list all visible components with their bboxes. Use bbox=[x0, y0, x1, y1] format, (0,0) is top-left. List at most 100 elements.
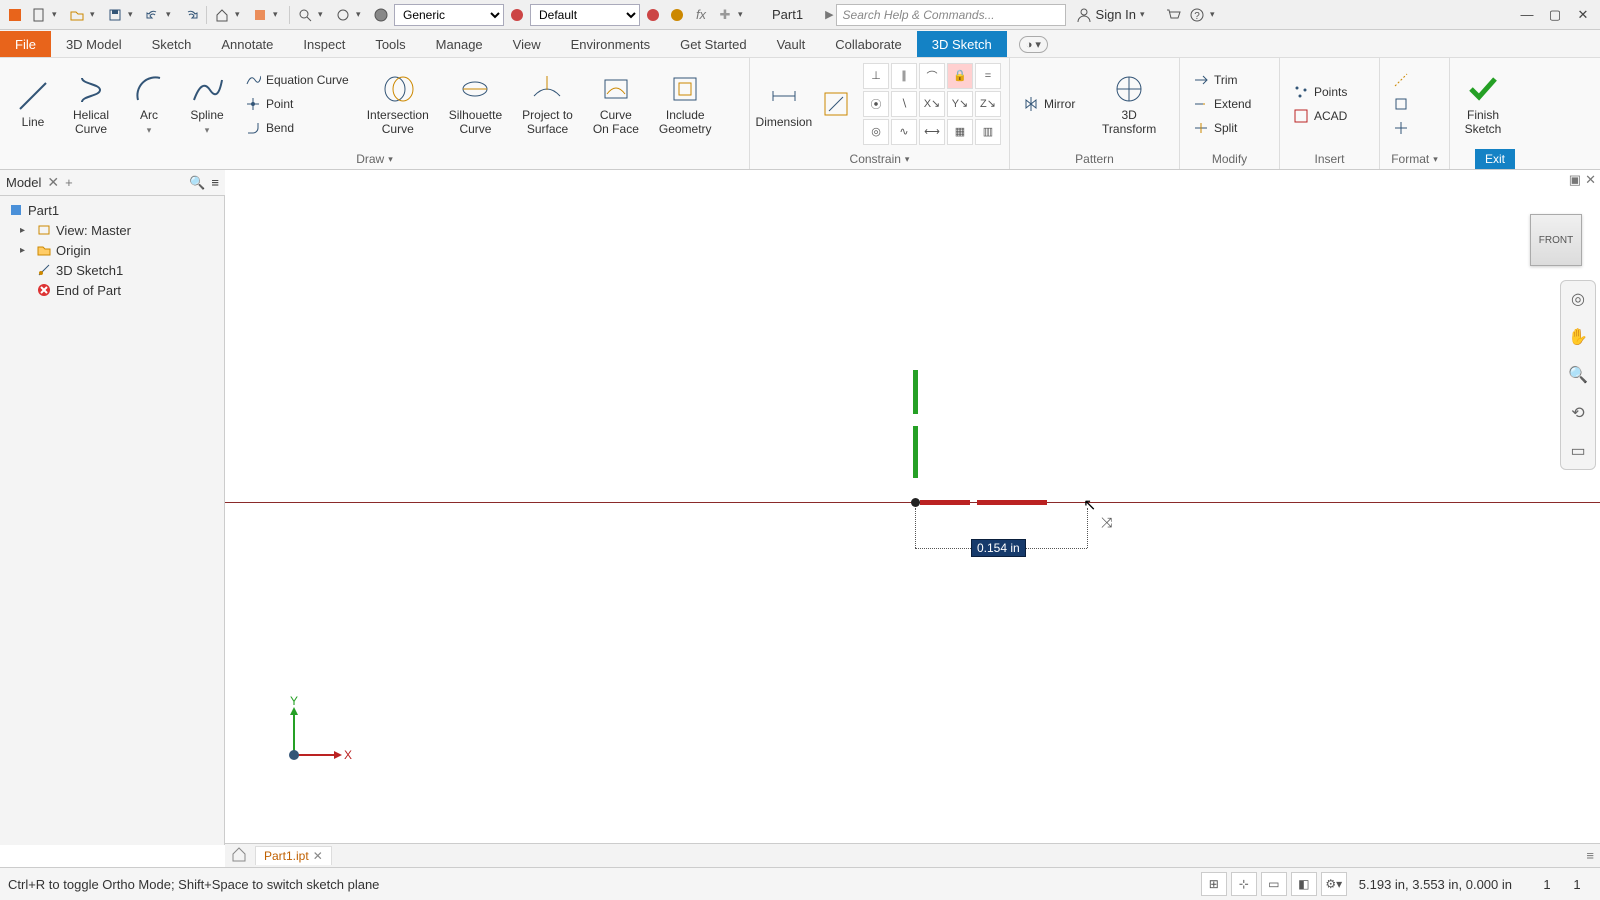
tab-environments[interactable]: Environments bbox=[556, 31, 665, 57]
tab-3d-sketch[interactable]: 3D Sketch bbox=[917, 31, 1007, 57]
trim-button[interactable]: Trim bbox=[1188, 68, 1255, 92]
constraint-perpendicular[interactable]: ⊥ bbox=[863, 63, 889, 89]
silhouette-curve-button[interactable]: Silhouette Curve bbox=[443, 69, 508, 137]
dimension-input[interactable]: 0.154 in bbox=[971, 539, 1026, 557]
extend-button[interactable]: Extend bbox=[1188, 92, 1255, 116]
constraint-collinear[interactable]: ∖ bbox=[891, 91, 917, 117]
dropdown-icon[interactable]: ▾ bbox=[235, 9, 247, 20]
undo-icon[interactable] bbox=[142, 4, 164, 26]
constraint-equal[interactable]: = bbox=[975, 63, 1001, 89]
snap-point-icon[interactable]: ⊹ bbox=[1231, 872, 1257, 896]
cart-icon[interactable] bbox=[1162, 4, 1184, 26]
dropdown-icon[interactable]: ▾ bbox=[356, 9, 368, 20]
select-icon[interactable] bbox=[249, 4, 271, 26]
dropdown-icon[interactable]: ▾ bbox=[128, 9, 140, 20]
open-icon[interactable] bbox=[66, 4, 88, 26]
tab-view[interactable]: View bbox=[498, 31, 556, 57]
tree-node-sketch[interactable]: 3D Sketch1 bbox=[0, 260, 224, 280]
nav-zoom-icon[interactable]: 🔍 bbox=[1566, 363, 1590, 387]
doc-tabs-menu-icon[interactable]: ≡ bbox=[1586, 848, 1594, 863]
plus-icon[interactable]: ✚ bbox=[714, 4, 736, 26]
browser-close-icon[interactable]: ✕ bbox=[47, 174, 59, 191]
tree-node-end-of-part[interactable]: End of Part bbox=[0, 280, 224, 300]
dropdown-icon[interactable]: ▾ bbox=[318, 9, 330, 20]
format-points-button[interactable] bbox=[1388, 116, 1414, 140]
doc-home-icon[interactable] bbox=[231, 846, 247, 865]
tab-sketch[interactable]: Sketch bbox=[137, 31, 207, 57]
app-icon[interactable] bbox=[4, 4, 26, 26]
tree-node-origin[interactable]: ▸Origin bbox=[0, 240, 224, 260]
restore-button[interactable]: ▢ bbox=[1542, 4, 1568, 26]
home-icon[interactable] bbox=[211, 4, 233, 26]
close-button[interactable]: ✕ bbox=[1570, 4, 1596, 26]
save-icon[interactable] bbox=[104, 4, 126, 26]
browser-search-icon[interactable]: 🔍 bbox=[189, 175, 205, 191]
globe-icon[interactable] bbox=[666, 4, 688, 26]
doc-nav-icon[interactable]: ▶ bbox=[825, 8, 833, 21]
snap-grid-icon[interactable]: ⊞ bbox=[1201, 872, 1227, 896]
tab-file[interactable]: File bbox=[0, 31, 51, 57]
constraint-fix[interactable]: ▦ bbox=[947, 119, 973, 145]
constraint-onplane[interactable]: ▥ bbox=[975, 119, 1001, 145]
auto-constrain-button[interactable] bbox=[818, 84, 855, 124]
document-tab[interactable]: Part1.ipt ✕ bbox=[255, 846, 332, 865]
tab-appearance-toggle[interactable]: ◑ ▾ bbox=[1019, 36, 1048, 53]
minimize-button[interactable]: — bbox=[1514, 4, 1540, 26]
tab-manage[interactable]: Manage bbox=[421, 31, 498, 57]
tab-annotate[interactable]: Annotate bbox=[206, 31, 288, 57]
tab-collaborate[interactable]: Collaborate bbox=[820, 31, 917, 57]
canvas-close-icon[interactable]: ✕ bbox=[1585, 172, 1596, 188]
3d-transform-button[interactable]: 3D Transform bbox=[1087, 69, 1171, 137]
dropdown-icon[interactable]: ▾ bbox=[1210, 9, 1222, 20]
browser-add-icon[interactable]: + bbox=[65, 175, 73, 190]
measure-icon[interactable] bbox=[332, 4, 354, 26]
point-button[interactable]: Point bbox=[240, 92, 353, 116]
dropdown-icon[interactable]: ▾ bbox=[52, 9, 64, 20]
tab-close-icon[interactable]: ✕ bbox=[313, 849, 323, 863]
constraint-z[interactable]: Z↘ bbox=[975, 91, 1001, 117]
tab-3d-model[interactable]: 3D Model bbox=[51, 31, 137, 57]
constraint-smooth[interactable]: ∿ bbox=[891, 119, 917, 145]
status-options-icon[interactable]: ⚙▾ bbox=[1321, 872, 1347, 896]
nav-wheel-icon[interactable]: ◎ bbox=[1566, 287, 1590, 311]
format-construction-button[interactable] bbox=[1388, 68, 1414, 92]
constraint-coincident[interactable]: ⦿ bbox=[863, 91, 889, 117]
line-button[interactable]: Line bbox=[8, 76, 58, 131]
browser-menu-icon[interactable]: ≡ bbox=[211, 175, 219, 190]
constraint-parallel[interactable]: ∥ bbox=[891, 63, 917, 89]
snap-midpoint-icon[interactable]: ◧ bbox=[1291, 872, 1317, 896]
tab-tools[interactable]: Tools bbox=[360, 31, 420, 57]
constraint-lock[interactable]: 🔒 bbox=[947, 63, 973, 89]
constraint-symm[interactable]: ⟷ bbox=[919, 119, 945, 145]
appearance-combo[interactable]: Default bbox=[530, 4, 640, 26]
tab-inspect[interactable]: Inspect bbox=[288, 31, 360, 57]
finish-sketch-button[interactable]: Finish Sketch bbox=[1458, 69, 1508, 137]
tree-root-part[interactable]: Part1 bbox=[0, 200, 224, 220]
fx-icon[interactable]: fx bbox=[690, 4, 712, 26]
snap-object-icon[interactable]: ▭ bbox=[1261, 872, 1287, 896]
color-icon[interactable] bbox=[642, 4, 664, 26]
canvas-layout-icon[interactable]: ▣ bbox=[1569, 172, 1581, 188]
material-combo[interactable]: Generic bbox=[394, 4, 504, 26]
dropdown-icon[interactable]: ▾ bbox=[90, 9, 102, 20]
dimension-button[interactable]: Dimension bbox=[758, 76, 810, 131]
material-icon[interactable] bbox=[370, 4, 392, 26]
tree-node-view[interactable]: ▸View: Master bbox=[0, 220, 224, 240]
include-geometry-button[interactable]: Include Geometry bbox=[653, 69, 718, 137]
appearance-icon[interactable] bbox=[506, 4, 528, 26]
search-input[interactable]: Search Help & Commands... bbox=[836, 4, 1066, 26]
spline-button[interactable]: Spline▾ bbox=[182, 69, 232, 137]
intersection-curve-button[interactable]: Intersection Curve bbox=[361, 69, 435, 137]
dropdown-icon[interactable]: ▾ bbox=[273, 9, 285, 20]
view-cube[interactable]: FRONT bbox=[1530, 214, 1582, 266]
signin-button[interactable]: Sign In▾ bbox=[1076, 7, 1152, 23]
arc-button[interactable]: Arc▾ bbox=[124, 69, 174, 137]
sketch-line-segment[interactable] bbox=[977, 500, 1047, 505]
nav-pan-icon[interactable]: ✋ bbox=[1566, 325, 1590, 349]
constraint-y[interactable]: Y↘ bbox=[947, 91, 973, 117]
helical-curve-button[interactable]: Helical Curve bbox=[66, 69, 116, 137]
points-button[interactable]: Points bbox=[1288, 80, 1351, 104]
tab-vault[interactable]: Vault bbox=[762, 31, 821, 57]
acad-button[interactable]: ACAD bbox=[1288, 104, 1351, 128]
bend-button[interactable]: Bend bbox=[240, 116, 353, 140]
